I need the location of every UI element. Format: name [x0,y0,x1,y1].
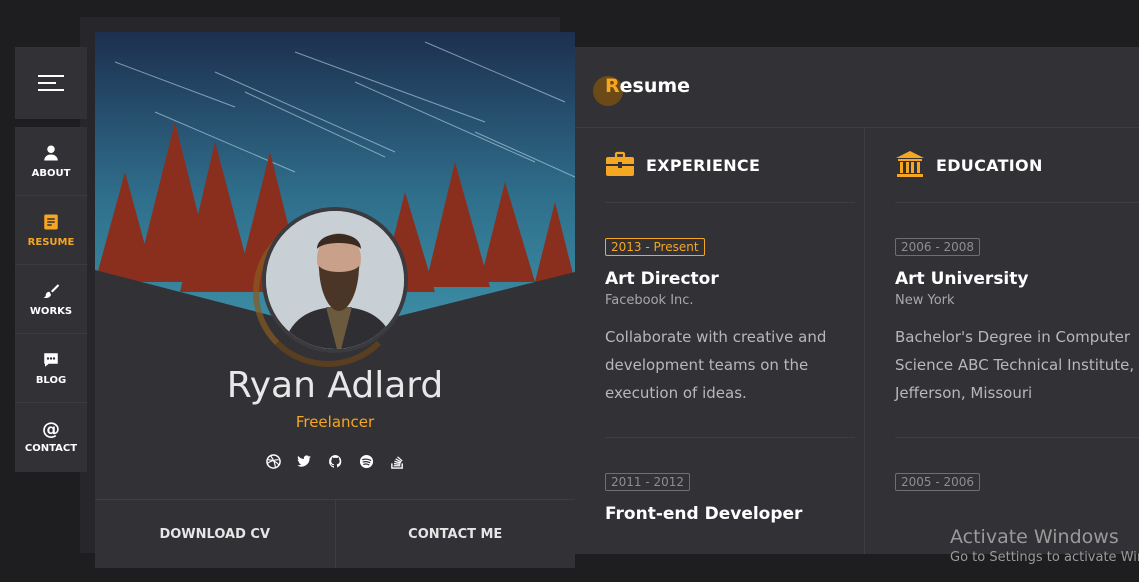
experience-column: EXPERIENCE 2013 - Present Art Director F… [605,128,855,524]
windows-activation-watermark: Activate Windows Go to Settings to activ… [950,526,1139,565]
nav-item-works[interactable]: WORKS [15,265,87,334]
entry-organization: New York [895,293,955,308]
entry-description: Bachelor's Degree in Computer Science AB… [895,328,1135,402]
download-cv-button[interactable]: DOWNLOAD CV [95,500,336,568]
experience-entry: 2013 - Present Art Director Facebook Inc… [605,203,855,407]
avatar [262,207,408,353]
resume-panel: Resume EXPERIENCE 2013 - Present Art Dir… [575,47,1139,554]
menu-toggle-button[interactable] [15,47,87,119]
card-actions: DOWNLOAD CV CONTACT ME [95,499,575,568]
nav-label: ABOUT [31,167,71,179]
nav-label: RESUME [27,236,75,248]
document-icon [44,214,58,229]
education-entry: 2005 - 2006 [895,437,1139,491]
contact-me-button[interactable]: CONTACT ME [336,500,576,568]
spotify-icon[interactable] [359,454,374,469]
period-badge: 2006 - 2008 [895,238,981,256]
nav-item-about[interactable]: ABOUT [15,127,87,196]
experience-entry: 2011 - 2012 Front-end Developer [605,437,855,524]
nav-item-resume[interactable]: RESUME [15,196,87,265]
brush-icon [43,283,60,298]
entry-title: Front-end Developer [605,504,803,524]
nav-label: WORKS [29,305,73,317]
profile-name: Ryan Adlard [226,365,444,406]
dribbble-icon[interactable] [265,454,281,469]
entry-description: Collaborate with creative and developmen… [605,328,827,402]
column-divider [864,128,865,554]
side-nav: ABOUT RESUME WORKS BLOG @ CONTACT [15,127,87,472]
university-icon [896,151,924,177]
experience-heading: EXPERIENCE [605,128,855,203]
profile-card: Ryan Adlard Freelancer DOWNLOAD CV CONTA… [95,32,575,568]
at-icon: @ [42,419,60,440]
nav-item-contact[interactable]: @ CONTACT [15,403,87,472]
panel-header: Resume [575,47,1139,128]
page-title: Resume [605,75,691,97]
user-icon [44,145,58,160]
education-heading: EDUCATION [895,128,1139,203]
twitter-icon[interactable] [296,454,312,469]
education-column: EDUCATION 2006 - 2008 Art University New… [895,128,1139,491]
entry-organization: Facebook Inc. [605,293,694,308]
github-icon[interactable] [328,454,343,469]
period-badge: 2013 - Present [605,238,705,256]
briefcase-icon [606,151,634,176]
chat-icon [44,352,58,367]
education-entry: 2006 - 2008 Art University New York Bach… [895,203,1139,407]
social-links [95,454,575,469]
nav-item-blog[interactable]: BLOG [15,334,87,403]
entry-title: Art Director [605,269,719,289]
nav-label: BLOG [35,374,67,386]
entry-title: Art University [895,269,1029,289]
profile-role: Freelancer [295,413,375,431]
stackoverflow-icon[interactable] [390,454,405,469]
nav-label: CONTACT [24,443,78,454]
hamburger-icon [38,70,64,96]
period-badge: 2005 - 2006 [895,473,981,491]
period-badge: 2011 - 2012 [605,473,691,491]
